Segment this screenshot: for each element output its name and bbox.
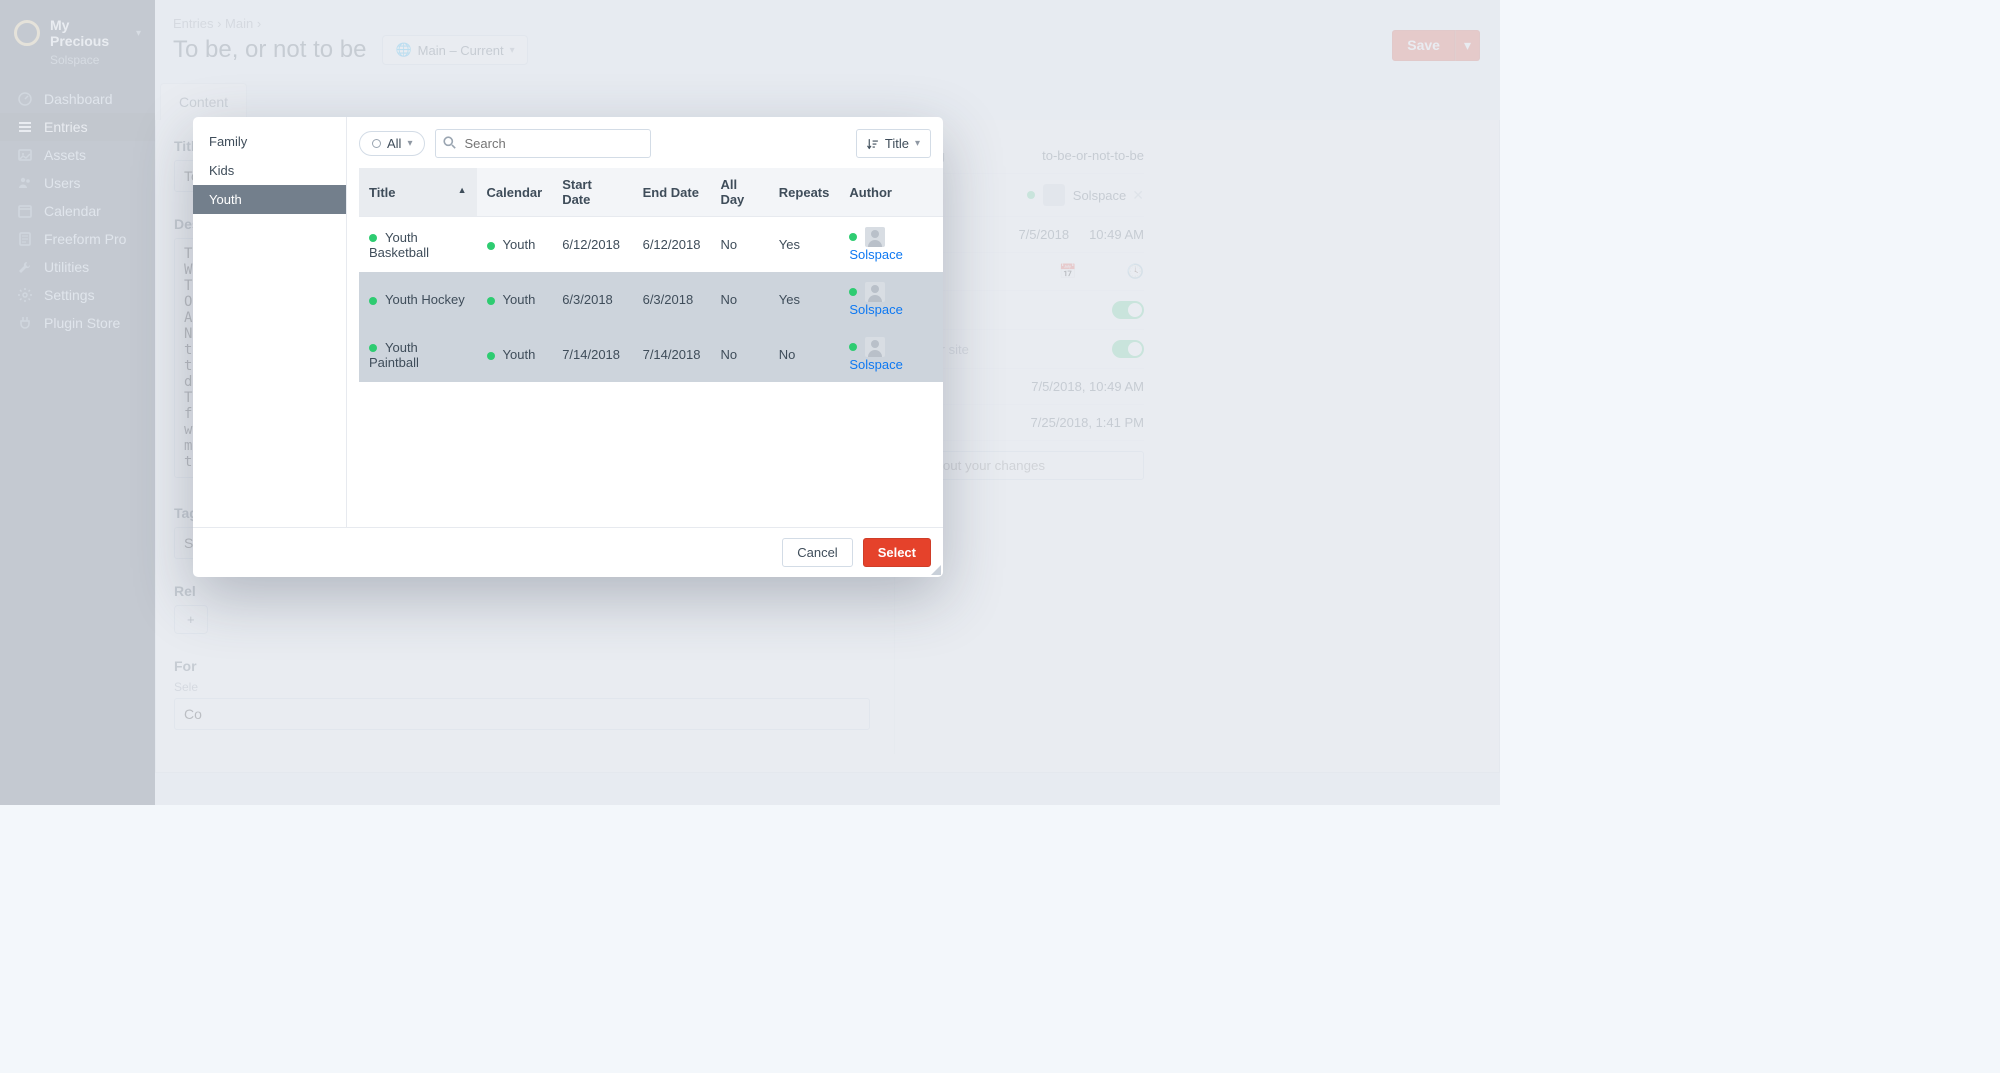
author-link[interactable]: Solspace [849,302,902,317]
source-family[interactable]: Family [193,127,346,156]
status-dot-icon [487,297,495,305]
sort-label: Title [885,136,909,151]
sort-icon [867,138,879,150]
chevron-down-icon: ▾ [407,138,412,149]
table-row[interactable]: Youth BasketballYouth6/12/20186/12/2018N… [359,217,943,273]
col-title[interactable]: Title ▲ [359,168,477,217]
col-start-date[interactable]: Start Date [552,168,632,217]
source-youth[interactable]: Youth [193,185,346,214]
cancel-button[interactable]: Cancel [782,538,852,567]
select-button[interactable]: Select [863,538,931,567]
source-kids[interactable]: Kids [193,156,346,185]
search-input[interactable] [435,129,651,158]
sort-button[interactable]: Title ▾ [856,129,931,158]
status-dot-icon [369,234,377,242]
avatar-icon [865,227,885,247]
status-dot-icon [369,344,377,352]
col-end-date[interactable]: End Date [633,168,711,217]
author-link[interactable]: Solspace [849,357,902,372]
table-row[interactable]: Youth HockeyYouth6/3/20186/3/2018NoYesSo… [359,272,943,327]
author-link[interactable]: Solspace [849,247,902,262]
col-all-day[interactable]: All Day [710,168,768,217]
status-dot-icon [849,343,857,351]
chevron-down-icon: ▾ [915,138,920,149]
col-calendar[interactable]: Calendar [477,168,553,217]
element-selector-modal: FamilyKidsYouth All ▾ [193,117,943,577]
status-dot-icon [487,242,495,250]
status-all-icon [372,139,381,148]
col-author[interactable]: Author [839,168,943,217]
status-dot-icon [487,352,495,360]
modal-source-list: FamilyKidsYouth [193,117,347,527]
status-filter[interactable]: All ▾ [359,131,425,156]
status-dot-icon [849,288,857,296]
avatar-icon [865,282,885,302]
table-row[interactable]: Youth PaintballYouth7/14/20187/14/2018No… [359,327,943,382]
col-repeats[interactable]: Repeats [769,168,840,217]
results-table: Title ▲CalendarStart DateEnd DateAll Day… [359,168,943,382]
search-icon [443,136,456,149]
status-dot-icon [849,233,857,241]
resize-handle[interactable] [929,563,941,575]
status-filter-label: All [387,136,401,151]
status-dot-icon [369,297,377,305]
avatar-icon [865,337,885,357]
